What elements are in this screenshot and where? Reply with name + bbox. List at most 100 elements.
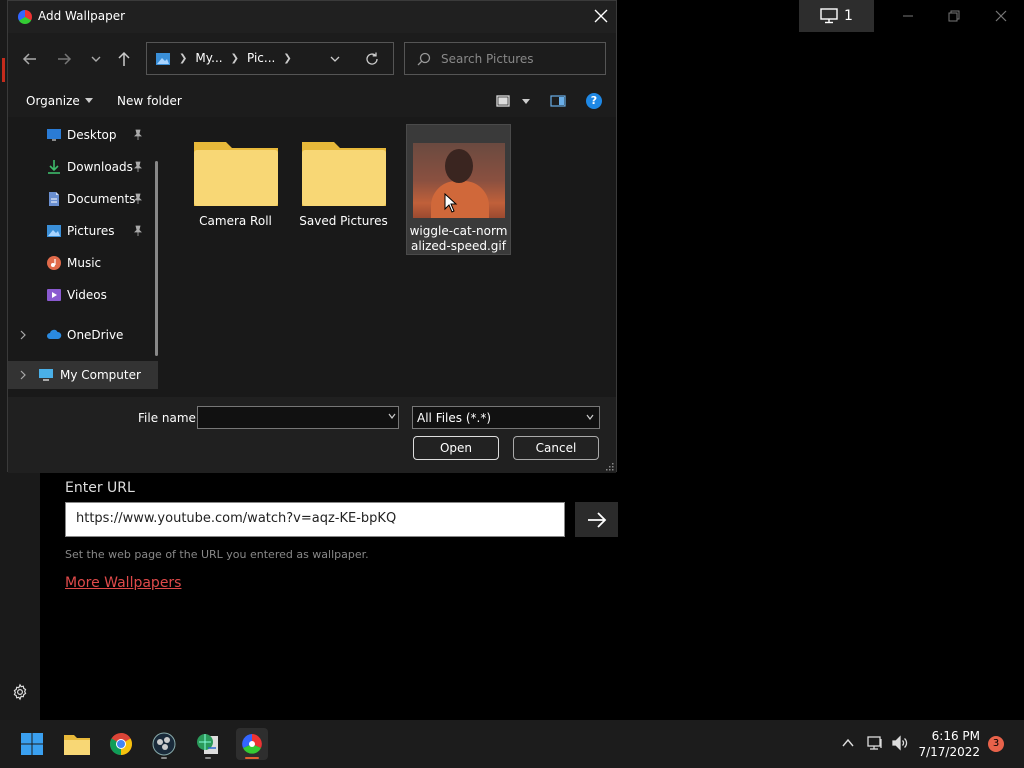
obs-icon [152,732,176,756]
chevron-up-icon[interactable] [839,734,857,752]
nav-scrollbar[interactable] [155,161,158,356]
monitor-icon [820,8,838,24]
navigation-pane: Desktop Downloads Documents Pictures Mus… [8,117,158,397]
taskbar-chrome[interactable] [105,728,137,760]
network-icon[interactable] [866,734,884,752]
notification-badge[interactable]: 3 [988,736,1004,752]
pin-icon [134,161,142,172]
monitor-selector-button[interactable]: 1 [799,0,874,32]
taskbar-obs[interactable] [148,728,180,760]
breadcrumb-separator: ❯ [179,52,188,64]
forward-icon[interactable] [54,49,74,69]
clock-date: 7/17/2022 [918,745,980,759]
file-item-wiggle-cat-gif[interactable]: wiggle-cat-norm alized-speed.gif [406,124,511,255]
nav-item-label: OneDrive [67,328,124,342]
music-icon [47,256,61,270]
nav-item-label: Videos [67,288,107,302]
taskbar-file-explorer[interactable] [61,728,93,760]
file-name: Camera Roll [199,214,272,228]
pin-icon [134,193,142,204]
nav-item-pictures[interactable]: Pictures [8,217,158,245]
running-indicator [205,757,211,759]
cloud-icon [47,329,62,339]
system-clock[interactable]: 6:16 PM 7/17/2022 [918,728,980,760]
file-list: Camera Roll Saved Pictures wiggle-cat-no… [166,117,616,397]
help-icon[interactable]: ? [586,93,602,109]
cancel-button[interactable]: Cancel [513,436,599,460]
running-indicator [161,757,167,759]
breadcrumb-item[interactable]: My... [195,51,222,65]
start-button[interactable] [16,728,48,760]
file-name-input[interactable] [197,406,399,429]
nav-item-label: Pictures [67,224,115,238]
nav-item-downloads[interactable]: Downloads [8,153,158,181]
organize-button[interactable]: Organize [26,94,93,108]
search-icon [417,52,431,66]
folder-item-camera-roll[interactable]: Camera Roll [183,124,288,255]
navigation-bar: ❯ My... ❯ Pic... ❯ [8,33,616,85]
chrome-icon [110,733,132,755]
close-app-icon[interactable] [991,6,1011,26]
caret-down-icon [84,98,93,103]
desktop-icon [47,129,61,141]
file-name-line: alized-speed.gif [411,239,506,253]
pin-icon [134,129,142,140]
command-bar: Organize New folder ? [8,85,616,117]
chevron-right-icon[interactable] [18,330,28,340]
breadcrumb-item[interactable]: Pic... [247,51,275,65]
search-input[interactable] [441,50,601,68]
refresh-icon[interactable] [364,51,380,67]
file-type-value: All Files (*.*) [417,411,492,425]
resize-grip-icon[interactable] [606,463,614,471]
thumbnail-figure-body [430,181,489,218]
up-icon[interactable] [114,49,134,69]
more-wallpapers-link[interactable]: More Wallpapers [65,575,181,591]
back-icon[interactable] [20,49,40,69]
url-input[interactable]: https://www.youtube.com/watch?v=aqz-KE-b… [65,502,565,537]
organize-label: Organize [26,94,80,108]
nav-item-label: Music [67,256,102,270]
taskbar-app-tool[interactable] [192,728,224,760]
search-box[interactable] [404,42,606,75]
nav-item-documents[interactable]: Documents [8,185,158,213]
url-hint: Set the web page of the URL you entered … [65,548,369,561]
nav-item-my-computer[interactable]: My Computer [8,361,158,389]
nav-item-onedrive[interactable]: OneDrive [8,321,158,349]
globe-document-icon [197,734,218,754]
file-type-select[interactable]: All Files (*.*) [412,406,600,429]
volume-icon[interactable] [891,734,909,752]
app-logo-icon [242,734,262,754]
nav-item-label: Downloads [67,160,133,174]
clock-time: 6:16 PM [931,729,980,743]
gear-icon[interactable] [11,683,29,701]
preview-pane-icon[interactable] [550,93,566,109]
view-icon[interactable] [495,93,511,109]
nav-item-videos[interactable]: Videos [8,281,158,309]
taskbar-wallpaper-app[interactable] [236,728,268,760]
folder-item-saved-pictures[interactable]: Saved Pictures [291,124,396,255]
file-name-label: File name: [138,411,200,425]
address-bar[interactable]: ❯ My... ❯ Pic... ❯ [146,42,394,75]
new-folder-button[interactable]: New folder [117,94,182,108]
view-options-chevron-icon[interactable] [518,93,534,109]
nav-item-desktop[interactable]: Desktop [8,121,158,149]
recent-locations-icon[interactable] [86,49,106,69]
nav-item-label: My Computer [60,368,141,382]
close-icon[interactable] [594,9,608,23]
minimize-icon[interactable] [898,6,918,26]
pictures-icon [47,225,61,237]
restore-icon[interactable] [944,6,964,26]
breadcrumb-separator: ❯ [283,52,292,64]
open-button[interactable]: Open [413,436,499,460]
file-name-line: wiggle-cat-norm [409,224,508,238]
computer-icon [39,369,53,381]
chevron-right-icon[interactable] [18,370,28,380]
nav-item-label: Desktop [67,128,117,142]
app-logo-icon [18,10,32,24]
url-submit-button[interactable] [575,502,618,537]
file-name-dropdown-icon[interactable] [387,411,397,421]
nav-item-music[interactable]: Music [8,249,158,277]
chevron-down-icon[interactable] [329,53,341,65]
sidebar-active-indicator [2,58,5,82]
download-icon [48,160,60,174]
